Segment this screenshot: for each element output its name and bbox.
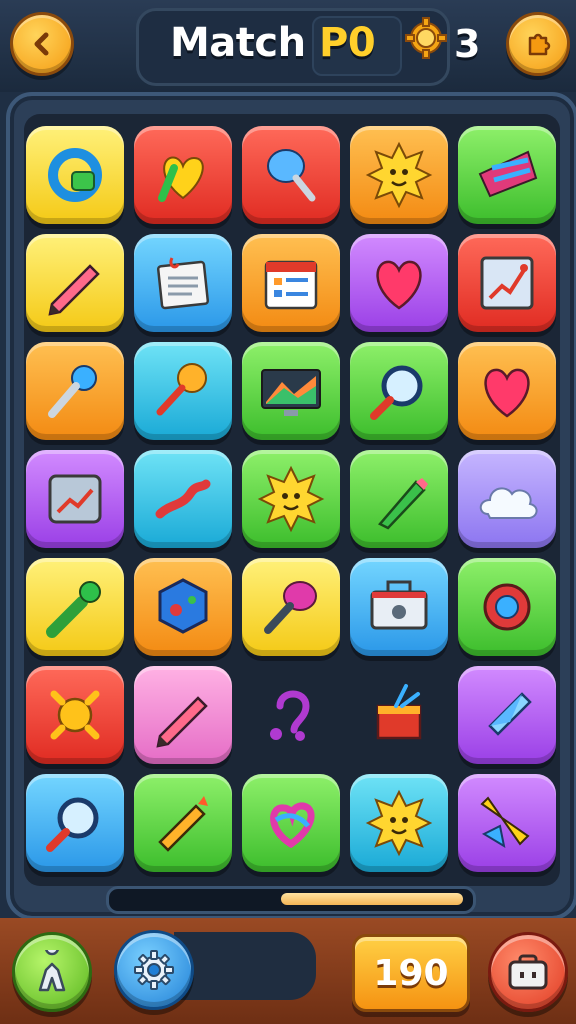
balloon-icon [267,149,316,202]
settings-button[interactable] [114,930,194,1010]
progress-fill [281,893,463,905]
tile-r4-c4[interactable] [350,450,448,548]
tile-r3-c3[interactable] [242,342,340,440]
sun-face-icon [257,465,325,533]
title-main: Match [170,20,320,66]
tile-r1-c4[interactable] [350,126,448,224]
gear-coin-icon [405,17,447,59]
tile-r6-c5[interactable] [458,666,556,764]
cloud-icon [479,487,538,519]
toolbox-icon [370,580,428,630]
marker-icon [378,478,428,530]
tile-r2-c4[interactable] [350,234,448,332]
rattle-icon [264,581,317,634]
tile-r7-c1[interactable] [26,774,124,872]
tile-r5-c1[interactable] [26,558,124,656]
tile-r5-c3[interactable] [242,558,340,656]
pin-icon [48,365,97,418]
hexagon-icon [158,578,208,634]
tile-r7-c2[interactable] [134,774,232,872]
tile-r1-c3[interactable] [242,126,340,224]
tile-r2-c3[interactable] [242,234,340,332]
brush-icon [46,581,101,638]
magnifier-icon [370,365,423,420]
sun-face-icon [365,141,433,209]
tile-r5-c4[interactable] [350,558,448,656]
bottom-slot [174,932,316,1000]
hook-icon [270,690,310,741]
pencil-icon [156,696,208,748]
notepad-icon [156,257,210,310]
game-title: Match P0 [170,20,376,66]
sun-icon [50,690,100,740]
tile-r3-c4[interactable] [350,342,448,440]
tile-r5-c2[interactable] [134,558,232,656]
magnifier-icon [46,797,99,852]
tile-r7-c3[interactable] [242,774,340,872]
crayon-icon [158,796,208,852]
tile-r4-c1[interactable] [26,450,124,548]
gift-box-icon [376,684,422,740]
calendar-icon [264,260,318,310]
tile-r4-c3[interactable] [242,450,340,548]
tile-r3-c5[interactable] [458,342,556,440]
score-display: 190 [352,934,470,1012]
heart-icon [376,260,422,310]
tile-r4-c5[interactable] [458,450,556,548]
coin-count: 3 [454,22,481,66]
title-accent: P0 [319,20,376,66]
chevron-left-icon [34,32,49,56]
kite-icon [488,692,532,736]
swirl-heart-icon [270,802,315,849]
progress-bar [106,886,476,914]
heart-brush-icon [158,156,204,202]
ring-icon [48,148,102,202]
tile-r7-c5[interactable] [458,774,556,872]
inventory-button[interactable] [488,932,568,1012]
tile-r3-c2[interactable] [134,342,232,440]
tile-r2-c5[interactable] [458,234,556,332]
lollipop-icon [156,363,207,416]
tile-r6-c3[interactable] [242,666,340,764]
tile-r7-c4[interactable] [350,774,448,872]
slingshot-icon [155,479,211,519]
tile-r4-c2[interactable] [134,450,232,548]
character-icon [38,950,66,992]
sun-face-icon [365,789,433,857]
tile-r6-c2[interactable] [134,666,232,764]
rocket-icon [480,796,530,849]
score-value: 190 [373,952,449,994]
puzzle-icon [528,33,551,56]
briefcase-icon [508,954,548,990]
gear-icon [134,950,174,990]
tile-r1-c2[interactable] [134,126,232,224]
chart-frame-icon [480,256,534,310]
spinning-top-icon [478,150,538,198]
pencil-icon [48,264,100,316]
tile-r1-c5[interactable] [458,126,556,224]
tablet-graph-icon [48,474,102,524]
menu-button[interactable] [506,12,570,76]
tile-r6-c4[interactable] [350,666,448,764]
character-button[interactable] [12,932,92,1012]
tile-r2-c2[interactable] [134,234,232,332]
back-button[interactable] [10,12,74,76]
tile-r6-c1[interactable] [26,666,124,764]
tile-r2-c1[interactable] [26,234,124,332]
tile-r1-c1[interactable] [26,126,124,224]
tile-r3-c1[interactable] [26,342,124,440]
monitor-icon [261,369,321,416]
heart-icon [484,368,530,418]
tile-r5-c5[interactable] [458,558,556,656]
lifebuoy-icon [483,583,531,631]
